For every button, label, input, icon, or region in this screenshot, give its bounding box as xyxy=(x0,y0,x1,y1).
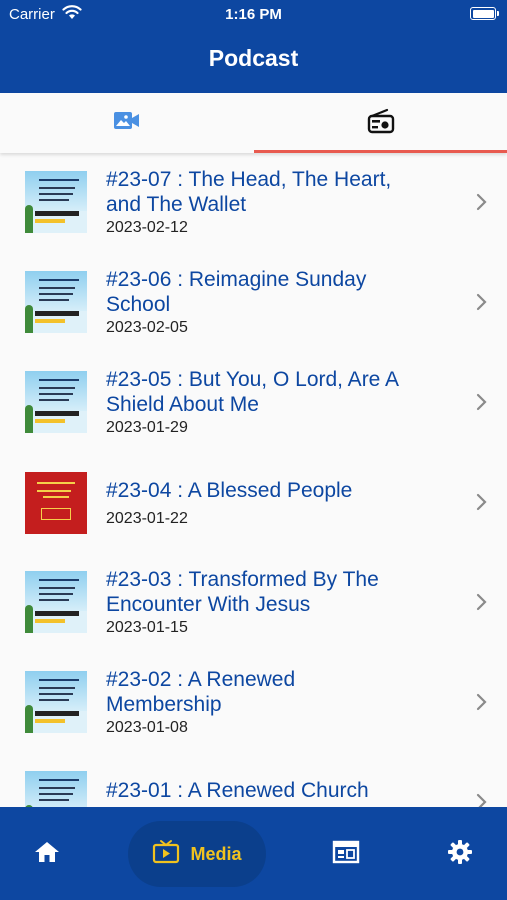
tab-audio[interactable] xyxy=(254,93,507,153)
episode-thumbnail xyxy=(25,271,87,333)
chevron-right-icon xyxy=(476,193,487,211)
episode-title: #23-04 : A Blessed People xyxy=(106,479,353,502)
chevron-right-icon xyxy=(476,793,487,807)
list-item[interactable]: #23-07 : The Head, The Heart, and The Wal… xyxy=(0,153,507,253)
episode-title: #23-03 : Transformed By The Encounter Wit… xyxy=(106,568,379,616)
episode-date: 2023-01-29 xyxy=(106,419,188,436)
nav-schedule[interactable] xyxy=(316,821,376,887)
episode-date: 2023-02-05 xyxy=(106,319,188,336)
list-item[interactable]: #23-03 : Transformed By The Encounter Wit… xyxy=(0,553,507,653)
app-header: Carrier 1:16 PM Podcast xyxy=(0,0,507,93)
chevron-right-icon xyxy=(476,693,487,711)
episode-thumbnail xyxy=(25,472,87,534)
episode-thumbnail xyxy=(25,671,87,733)
episode-date: 2023-01-15 xyxy=(106,619,188,636)
nav-media-label: Media xyxy=(190,843,242,864)
episode-thumbnail xyxy=(25,371,87,433)
page-title: Podcast xyxy=(208,45,299,71)
radio-icon xyxy=(367,108,395,139)
episode-thumbnail xyxy=(25,771,87,807)
tv-play-icon xyxy=(152,839,180,870)
episode-thumbnail xyxy=(25,171,87,233)
list-item[interactable]: #23-02 : A Renewed Membership 2023-01-08 xyxy=(0,653,507,753)
nav-media[interactable]: Media xyxy=(128,821,266,887)
chevron-right-icon xyxy=(476,393,487,411)
episode-list: #23-07 : The Head, The Heart, and The Wal… xyxy=(0,153,507,807)
list-item[interactable]: #23-04 : A Blessed People 2023-01-22 xyxy=(0,453,507,553)
schedule-icon xyxy=(332,840,360,869)
status-time: 1:16 PM xyxy=(225,6,282,23)
bottom-nav: Media xyxy=(0,807,507,900)
nav-settings[interactable] xyxy=(430,821,490,887)
episode-title: #23-06 : Reimagine Sunday School xyxy=(106,268,367,316)
home-icon xyxy=(34,840,60,869)
episode-title: #23-07 : The Head, The Heart, and The Wal… xyxy=(106,168,392,216)
episode-title: #23-02 : A Renewed Membership xyxy=(106,668,296,716)
chevron-right-icon xyxy=(476,293,487,311)
video-icon xyxy=(113,110,141,137)
status-bar: Carrier 1:16 PM xyxy=(0,0,507,28)
episode-date: 2023-01-08 xyxy=(106,719,188,736)
chevron-right-icon xyxy=(476,493,487,511)
tab-bar xyxy=(0,93,507,153)
list-item[interactable]: #23-06 : Reimagine Sunday School 2023-02-… xyxy=(0,253,507,353)
episode-thumbnail xyxy=(25,571,87,633)
episode-date: 2023-01-22 xyxy=(106,510,188,527)
chevron-right-icon xyxy=(476,593,487,611)
list-item[interactable]: #23-01 : A Renewed Church xyxy=(0,753,507,807)
nav-home[interactable] xyxy=(17,821,77,887)
gear-icon xyxy=(447,839,473,870)
list-item[interactable]: #23-05 : But You, O Lord, Are A Shield Ab… xyxy=(0,353,507,453)
episode-date: 2023-02-12 xyxy=(106,219,188,236)
episode-title: #23-01 : A Renewed Church xyxy=(106,779,369,802)
tab-video[interactable] xyxy=(0,93,253,153)
battery-icon xyxy=(470,7,499,20)
episode-title: #23-05 : But You, O Lord, Are A Shield Ab… xyxy=(106,368,400,416)
